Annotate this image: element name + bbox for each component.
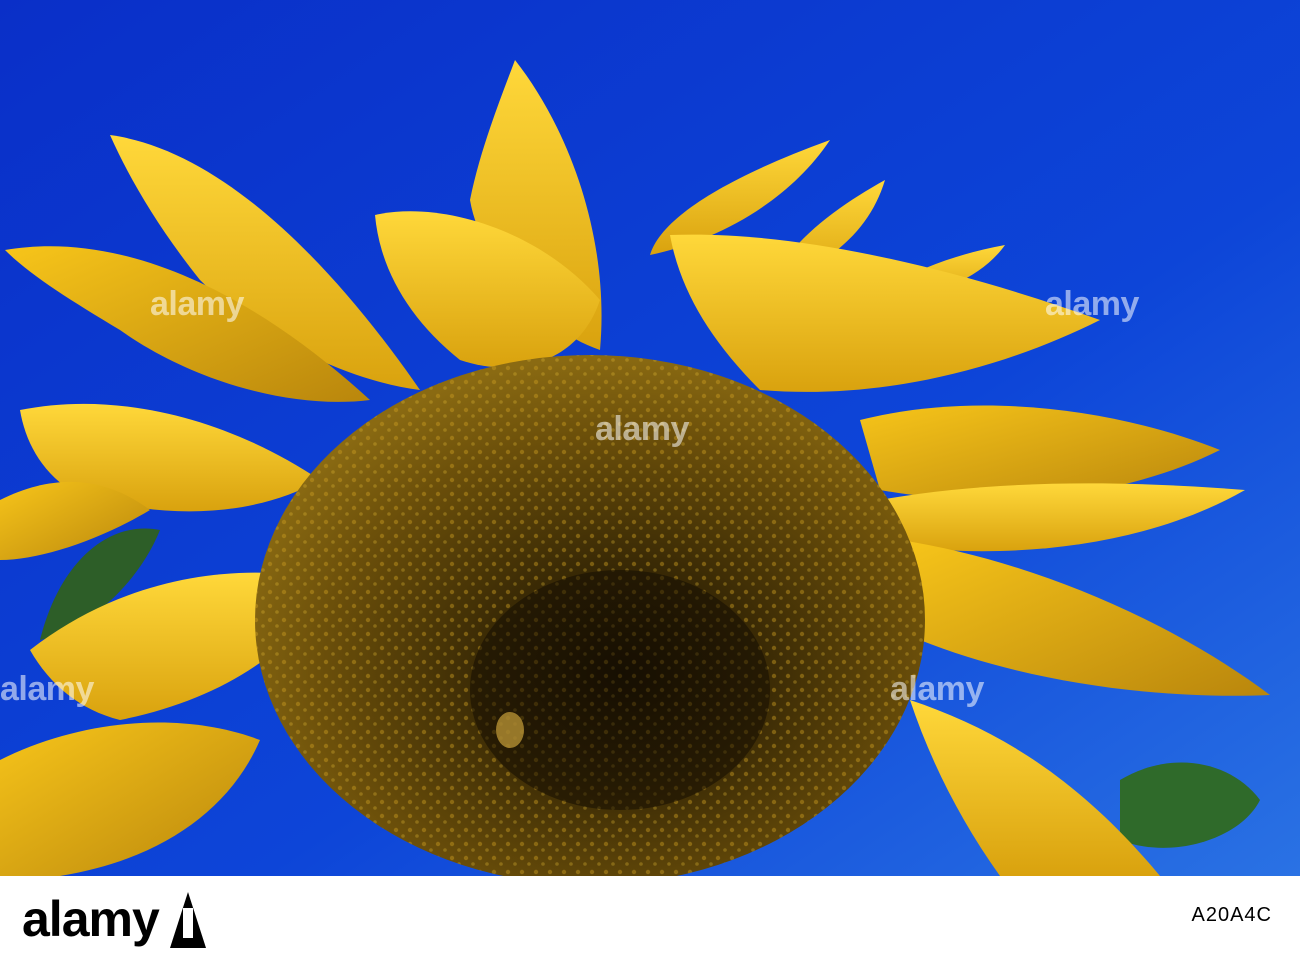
alamy-logo-icon [170,892,206,948]
brand-logo-text: alamy [22,891,160,947]
footer-bar: alamy A20A4C [0,876,1300,966]
stock-id-text: A20A4C [1191,904,1272,926]
sunflower-photo [0,0,1300,876]
bee [496,712,524,748]
